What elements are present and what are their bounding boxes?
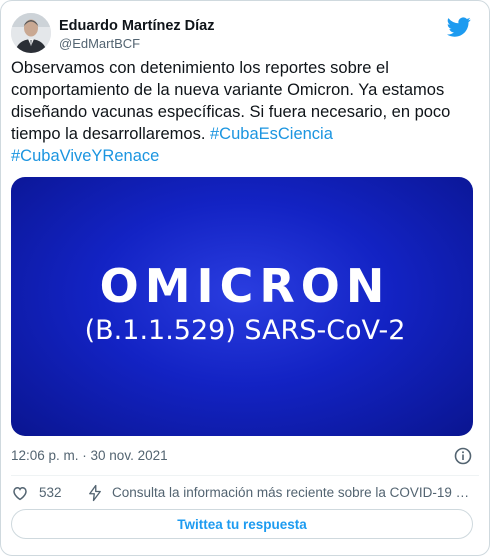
like-count: 532 [39,485,62,500]
heart-icon [13,486,27,501]
tweet-text: Observamos con detenimiento los reportes… [11,57,481,167]
media-subtitle: (B.1.1.529) SARS-CoV-2 [84,315,406,346]
divider [11,475,479,476]
covid-notice-text: Consulta la información más reciente sob… [112,485,476,500]
author-display-name[interactable]: Eduardo Martínez Díaz [59,17,215,35]
tweet-card: Eduardo Martínez Díaz @EdMartBCF Observa… [0,0,490,556]
avatar-photo [11,13,51,53]
like-button[interactable]: 532 [11,483,62,503]
media-title: OMICRON [99,259,391,313]
tweet-timestamp[interactable]: 12:06 p. m. · 30 nov. 2021 [11,448,168,463]
hashtag-cuba-vive-y-renace[interactable]: #CubaViveYRenace [11,147,159,165]
tweet-header: Eduardo Martínez Díaz @EdMartBCF [11,13,477,57]
hashtag-cuba-es-ciencia[interactable]: #CubaEsCiencia [210,125,333,143]
tweet-meta: 12:06 p. m. · 30 nov. 2021 [11,446,473,466]
avatar[interactable] [11,13,51,53]
twitter-bird-icon[interactable] [447,15,471,39]
lightning-icon [89,484,101,502]
author-names: Eduardo Martínez Díaz @EdMartBCF [59,17,215,53]
author-handle[interactable]: @EdMartBCF [59,35,215,53]
covid-info-link[interactable]: Consulta la información más reciente sob… [86,483,476,503]
reply-button[interactable]: Twittea tu respuesta [11,509,473,539]
info-icon[interactable] [453,446,473,466]
tweet-actions: 532 Consulta la información más reciente… [11,483,477,503]
